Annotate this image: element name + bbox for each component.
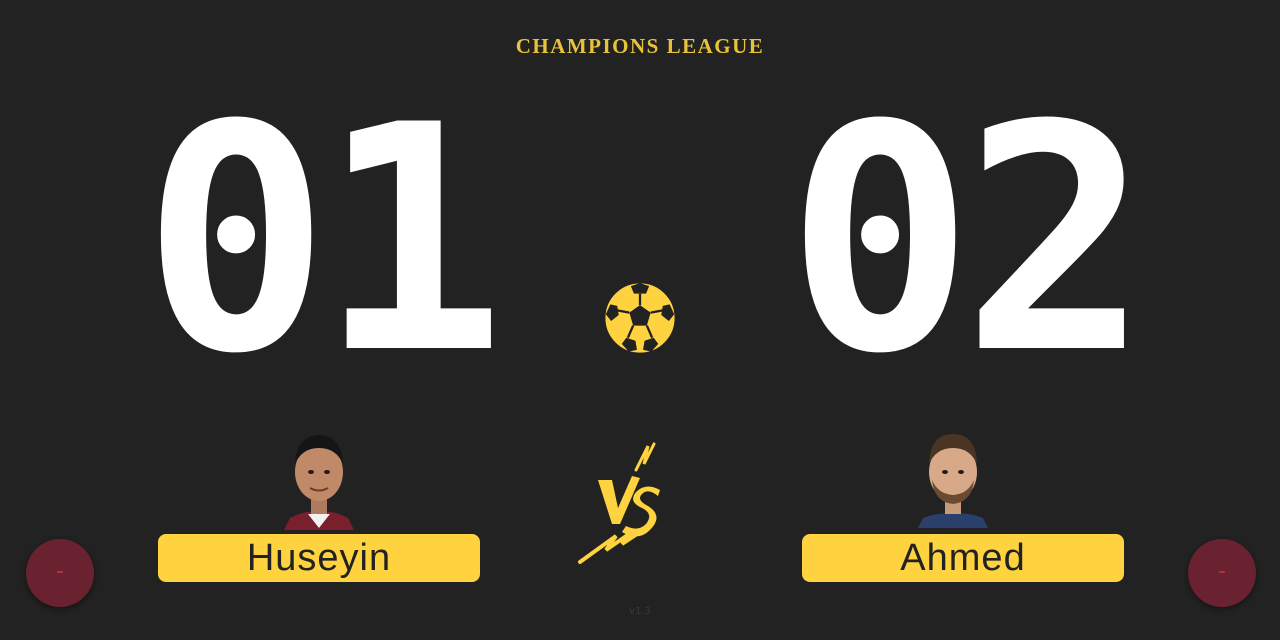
version-label: v1.3 xyxy=(629,606,651,617)
soccer-ball-icon xyxy=(603,281,677,355)
home-decrement-button[interactable]: - xyxy=(26,539,94,607)
home-player-name-button[interactable]: Huseyin xyxy=(158,534,480,582)
away-player-avatar xyxy=(918,434,988,528)
league-title: CHAMPIONS LEAGUE xyxy=(515,34,765,58)
home-player-avatar xyxy=(284,435,354,530)
away-decrement-button[interactable]: - xyxy=(1188,539,1256,607)
away-score: 02 xyxy=(786,58,1150,422)
home-score: 01 xyxy=(142,58,506,422)
away-player-name-button[interactable]: Ahmed xyxy=(802,534,1124,582)
vs-emblem-icon xyxy=(578,442,660,564)
